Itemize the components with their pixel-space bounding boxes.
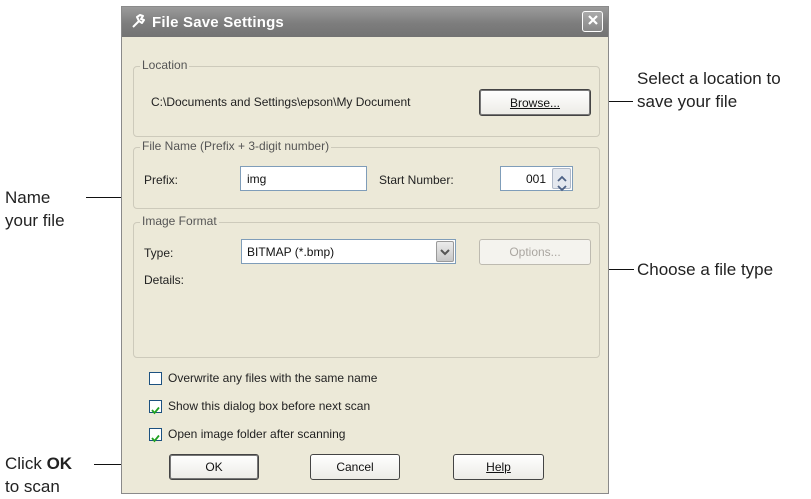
options-button[interactable]: Options... [479, 239, 591, 265]
location-group: Location C:\Documents and Settings\epson… [133, 58, 600, 137]
show-dialog-checkbox-label[interactable]: Show this dialog box before next scan [168, 399, 370, 413]
checkmark-icon [151, 402, 160, 420]
cancel-button[interactable]: Cancel [310, 454, 400, 480]
prefix-input[interactable]: img [240, 166, 367, 191]
close-button[interactable] [582, 11, 603, 32]
callout-ok: Click OK to scan [5, 452, 105, 498]
callout-name: Name your file [5, 186, 85, 232]
prefix-input-value: img [247, 171, 267, 186]
start-number-label: Start Number: [379, 173, 454, 187]
start-number-value: 001 [525, 171, 546, 186]
stepper-buttons[interactable] [552, 168, 571, 192]
ok-button[interactable]: OK [169, 454, 259, 480]
image-format-group: Image Format Type: BITMAP (*.bmp) Option… [133, 214, 600, 358]
checkmark-icon [151, 430, 160, 448]
open-folder-checkbox[interactable] [149, 428, 162, 443]
file-name-legend: File Name (Prefix + 3-digit number) [140, 139, 332, 153]
type-select[interactable]: BITMAP (*.bmp) [241, 239, 456, 264]
details-label: Details: [144, 273, 185, 287]
wrench-icon [130, 14, 146, 30]
location-path: C:\Documents and Settings\epson\My Docum… [151, 95, 411, 109]
close-icon [587, 13, 599, 30]
location-legend: Location [140, 58, 190, 72]
dialog-title: File Save Settings [152, 13, 284, 31]
ok-button-label: OK [205, 460, 223, 474]
callout-type: Choose a file type [637, 258, 811, 281]
type-dropdown-button[interactable] [436, 241, 454, 262]
browse-button[interactable]: Browse... [479, 89, 591, 116]
chevron-down-icon [440, 243, 450, 261]
file-name-group: File Name (Prefix + 3-digit number) Pref… [133, 139, 600, 209]
show-dialog-checkbox[interactable] [149, 400, 162, 415]
help-button-label: Help [486, 460, 511, 474]
file-save-settings-dialog: File Save Settings Location C:\Documents… [121, 6, 609, 494]
callout-location-text: Select a location to save your file [637, 69, 781, 111]
chevron-down-icon[interactable] [557, 179, 567, 197]
title-bar[interactable]: File Save Settings [122, 7, 608, 37]
callout-ok-prefix: Click [5, 454, 42, 473]
overwrite-checkbox-label[interactable]: Overwrite any files with the same name [168, 371, 377, 385]
callout-ok-bold: OK [46, 454, 73, 473]
help-button[interactable]: Help [453, 454, 544, 480]
type-label: Type: [144, 246, 174, 260]
overwrite-checkbox[interactable] [149, 372, 162, 385]
image-format-legend: Image Format [140, 214, 219, 228]
callout-type-text: Choose a file type [637, 260, 774, 279]
callout-ok-suffix: to scan [5, 477, 60, 496]
callout-location: Select a location to save your file [637, 67, 807, 113]
browse-button-label: Browse... [509, 95, 560, 110]
callout-name-text: Name your file [5, 188, 65, 230]
cancel-button-label: Cancel [336, 460, 374, 474]
prefix-label: Prefix: [144, 173, 179, 187]
type-select-value: BITMAP (*.bmp) [247, 244, 335, 259]
options-button-label: Options... [509, 245, 561, 259]
open-folder-checkbox-label[interactable]: Open image folder after scanning [168, 427, 345, 441]
